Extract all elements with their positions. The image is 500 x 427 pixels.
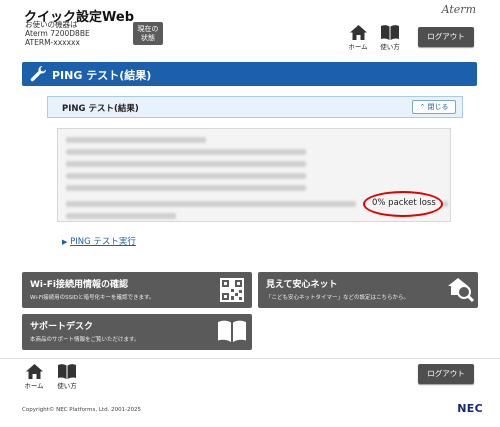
open-book-icon — [218, 320, 246, 342]
aterm-logo: Aterm — [441, 3, 476, 16]
device-info-line: お使いの機器は — [25, 20, 78, 29]
copyright-text: Copyright© NEC Platforms, Ltd. 2001-2025 — [22, 407, 142, 413]
footer-home-label: ホーム — [24, 382, 44, 390]
close-button[interactable]: ⌃ 閉じる — [412, 100, 456, 114]
panel-title: PING テスト(結果) — [62, 104, 139, 114]
redacted-line — [66, 161, 306, 167]
redacted-line — [66, 173, 306, 179]
redacted-line — [66, 149, 306, 155]
house-search-icon — [448, 278, 474, 303]
device-ssid: ATERM-xxxxxx — [25, 38, 80, 47]
qr-code-icon — [220, 278, 244, 302]
status-button-line2: 状態 — [141, 34, 155, 42]
ping-result-panel: PING テスト(結果) ⌃ 閉じる — [47, 96, 463, 118]
page-title: PING テスト(結果) — [52, 69, 152, 82]
wifi-card-title: Wi-Fi接続用情報の確認 — [30, 280, 128, 290]
book-icon — [381, 25, 399, 40]
page-title-bar: PING テスト(結果) — [22, 62, 477, 86]
redacted-line — [66, 201, 356, 207]
footer-home-button[interactable]: ホーム — [22, 364, 46, 390]
safety-net-card[interactable]: 見えて安心ネット 「こども安心ネットタイマー」などの設定はこちらから。 — [258, 272, 478, 308]
ping-test-run-link[interactable]: PING テスト実行 — [70, 237, 136, 247]
ping-test-link-row: ▶ PING テスト実行 — [62, 235, 136, 247]
footer-manual-button[interactable]: 使い方 — [55, 364, 79, 390]
footer-manual-label: 使い方 — [57, 382, 77, 390]
safety-card-title: 見えて安心ネット — [266, 280, 338, 290]
book-icon — [58, 364, 76, 379]
wrench-icon — [30, 65, 47, 82]
close-label: 閉じる — [427, 103, 449, 111]
support-desk-card[interactable]: サポートデスク 本商品のサポート情報をご覧いただけます。 — [22, 314, 252, 350]
redacted-line — [66, 137, 206, 143]
safety-card-desc: 「こども安心ネットタイマー」などの設定はこちらから。 — [266, 295, 410, 301]
header: クイック設定Web お使いの機器は Aterm 7200D8BE ATERM-x… — [0, 0, 500, 58]
ping-result-output: 0% packet loss — [57, 128, 451, 222]
status-button-line1: 現在の — [137, 25, 159, 33]
triangle-bullet-icon: ▶ — [62, 238, 68, 246]
redacted-line — [66, 185, 306, 191]
nec-logo: NEC — [457, 402, 483, 415]
footer-logout-button[interactable]: ログアウト — [418, 364, 474, 384]
home-icon — [25, 364, 43, 379]
packet-loss-text: 0% packet loss — [372, 198, 436, 208]
device-model: Aterm 7200D8BE — [25, 29, 90, 38]
footer-divider — [0, 358, 500, 359]
manual-button[interactable]: 使い方 — [378, 25, 402, 51]
support-card-title: サポートデスク — [30, 322, 94, 332]
manual-label: 使い方 — [380, 43, 400, 51]
redacted-line — [66, 213, 176, 219]
wifi-card-desc: Wi-Fi接続用のSSIDと暗号化キーを確認できます。 — [30, 295, 155, 301]
current-status-button[interactable]: 現在の 状態 — [133, 22, 163, 45]
home-button[interactable]: ホーム — [346, 25, 370, 51]
logout-button[interactable]: ログアウト — [418, 27, 474, 47]
home-icon — [349, 25, 367, 40]
wifi-info-card[interactable]: Wi-Fi接続用情報の確認 Wi-Fi接続用のSSIDと暗号化キーを確認できます… — [22, 272, 252, 308]
chevron-up-icon: ⌃ — [419, 103, 426, 111]
home-label: ホーム — [348, 43, 368, 51]
redacted-line — [443, 201, 448, 207]
support-card-desc: 本商品のサポート情報をご覧いただけます。 — [30, 337, 140, 343]
